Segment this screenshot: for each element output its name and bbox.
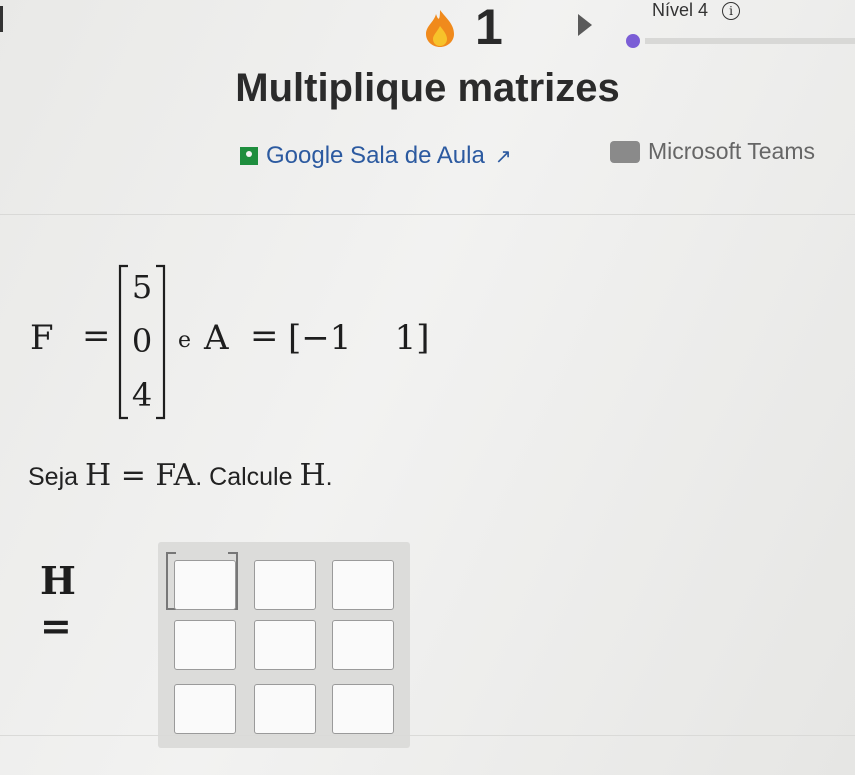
classroom-label: Google Sala de Aula bbox=[266, 142, 485, 169]
matrix-A-entry: 1 bbox=[394, 318, 417, 358]
matrix-A-entry: −1 bbox=[301, 318, 352, 358]
question-text: Seja H = FA. Calcule H. bbox=[28, 458, 333, 493]
microsoft-teams-link[interactable]: Microsoft Teams bbox=[610, 138, 815, 165]
info-icon[interactable]: i bbox=[722, 2, 740, 20]
top-bar: 1 Nível 4 i bbox=[0, 0, 855, 72]
matrix-F: 5 0 4 bbox=[116, 262, 168, 422]
answer-matrix bbox=[158, 542, 410, 748]
question-middle: . Calcule bbox=[195, 463, 293, 491]
streak-count: 1 bbox=[475, 0, 503, 55]
answer-cell-r1-c2[interactable] bbox=[254, 560, 316, 610]
matrix-F-entry: 4 bbox=[131, 376, 153, 414]
share-row: Google Sala de Aula ↗ Microsoft Teams bbox=[0, 138, 855, 180]
conjunction: e bbox=[178, 328, 192, 353]
matrix-F-entry: 0 bbox=[131, 322, 153, 360]
google-classroom-icon bbox=[240, 147, 258, 165]
flame-icon bbox=[426, 10, 454, 47]
section-divider bbox=[0, 214, 855, 215]
question-suffix: . bbox=[325, 463, 333, 491]
answer-label: H = bbox=[40, 558, 76, 648]
answer-cell-r2-c1[interactable] bbox=[174, 620, 236, 670]
matrix-F-entry: 5 bbox=[131, 268, 153, 306]
left-edge-mark bbox=[0, 6, 3, 32]
answer-cell-r1-c3[interactable] bbox=[332, 560, 394, 610]
answer-cell-r2-c2[interactable] bbox=[254, 620, 316, 670]
level-label: Nível 4 bbox=[652, 0, 709, 20]
equals-sign: = bbox=[250, 316, 279, 356]
level-progress-track bbox=[645, 38, 855, 44]
question-equation: H = FA bbox=[85, 458, 196, 493]
answer-cell-r3-c3[interactable] bbox=[332, 684, 394, 734]
matrix-A: [−1 1] bbox=[288, 318, 430, 358]
equals-sign: = bbox=[82, 316, 111, 356]
play-icon[interactable] bbox=[578, 14, 592, 36]
exercise-title: Multiplique matrizes bbox=[235, 66, 620, 110]
google-classroom-link[interactable]: Google Sala de Aula ↗ bbox=[240, 142, 512, 170]
matrix-A-name: A bbox=[204, 318, 229, 358]
external-link-icon: ↗ bbox=[494, 145, 512, 168]
teams-label: Microsoft Teams bbox=[648, 138, 816, 164]
answer-cell-r1-c1[interactable] bbox=[174, 560, 236, 610]
level-progress-dot bbox=[626, 34, 640, 48]
matrix-F-name: F bbox=[30, 318, 54, 358]
microsoft-teams-icon bbox=[610, 140, 640, 163]
question-target: H bbox=[299, 458, 326, 493]
answer-cell-r3-c2[interactable] bbox=[254, 684, 316, 734]
answer-cell-r3-c1[interactable] bbox=[174, 684, 236, 734]
question-prefix: Seja bbox=[28, 463, 79, 491]
bottom-divider bbox=[0, 735, 855, 736]
answer-cell-r2-c3[interactable] bbox=[332, 620, 394, 670]
